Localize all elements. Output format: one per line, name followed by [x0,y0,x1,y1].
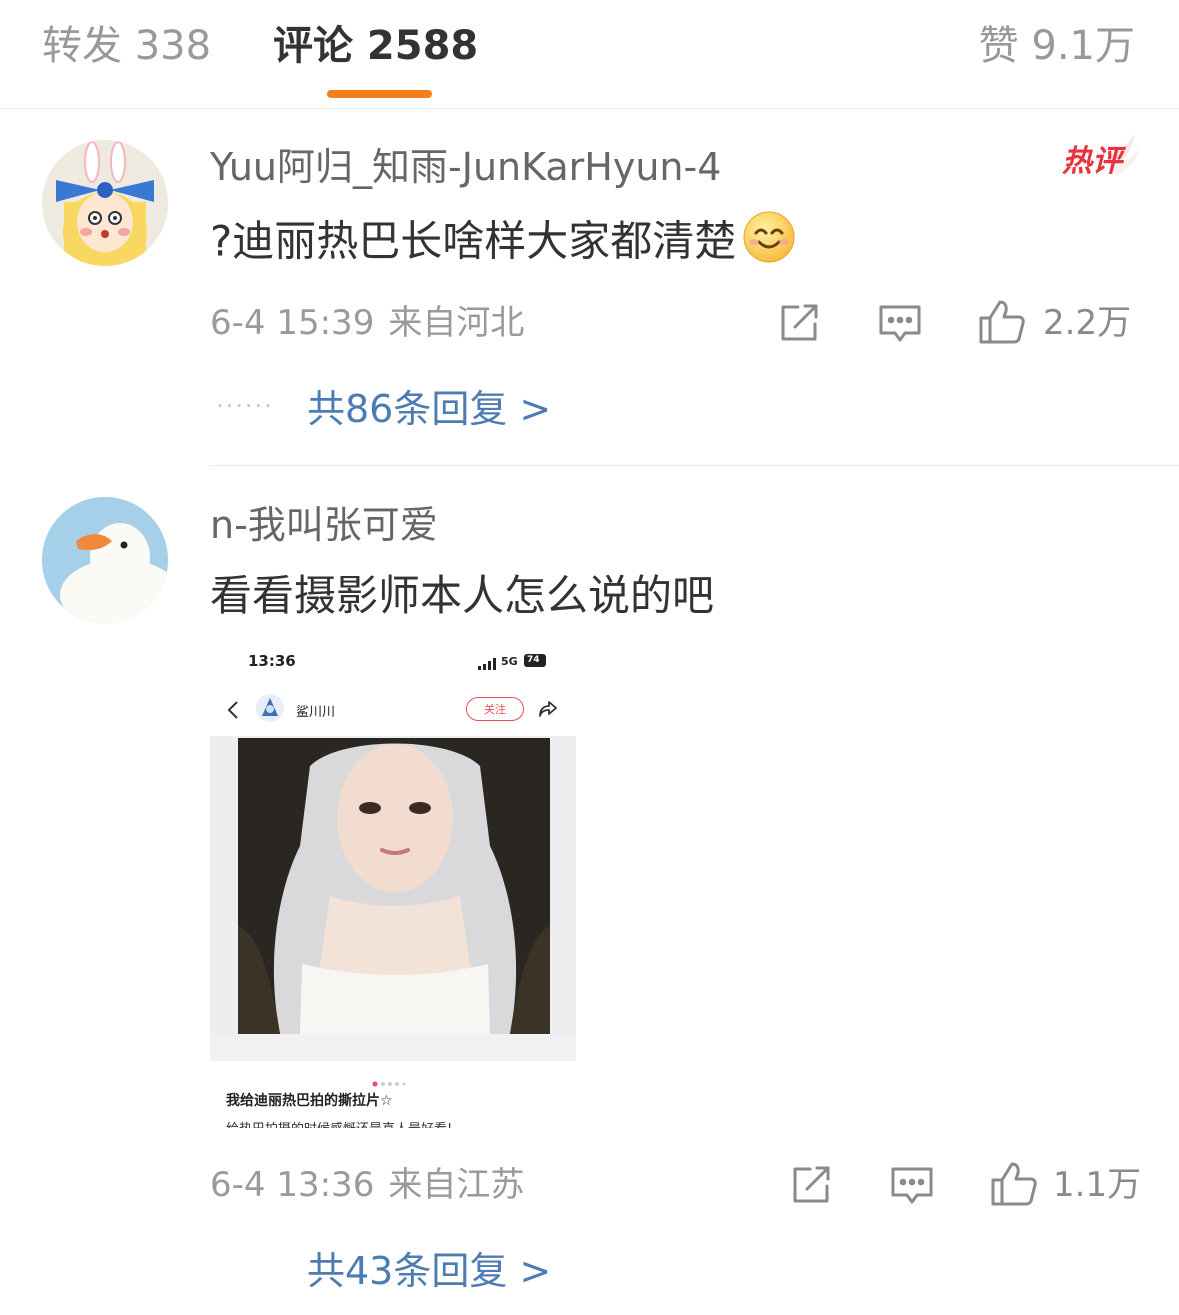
avatar[interactable] [42,140,168,266]
like-thumb-icon[interactable] [978,299,1026,349]
comment-time: 6-4 13:36 [210,1165,375,1205]
reply-dots: ······ [216,392,274,420]
like-thumb-icon[interactable] [990,1161,1038,1211]
comment-icon[interactable] [890,1165,934,1211]
like-count: 2.2万 [1043,303,1132,343]
shot-follow-label: 关注 [484,703,506,716]
shot-status-time: 13:36 [248,652,296,670]
shot-battery-level: 74 [527,655,540,665]
shot-follow-button: 关注 [466,697,524,721]
shot-photo [210,736,576,1061]
comment-divider [210,465,1179,466]
tab-comments[interactable]: 评论 2588 [273,18,478,74]
comment-text-row: ?迪丽热巴长啥样大家都清楚 [210,210,796,278]
view-replies-link[interactable]: 共86条回复 > [307,384,551,434]
view-replies-link[interactable]: 共43条回复 > [307,1246,551,1296]
comment-location: 来自河北 [388,303,525,343]
like-count: 1.1万 [1053,1165,1142,1205]
shot-pager-dots [372,1072,412,1091]
shot-battery-icon: 74 [524,654,546,667]
comment-image-attachment[interactable]: 13:36 5G 74 鲨川川 关注 我给迪丽热巴拍的撕拉片☆ [210,640,576,1128]
hot-comment-badge: 热评 [1060,132,1140,188]
shot-back-icon [226,700,240,724]
tab-reposts[interactable]: 转发 338 [42,18,211,74]
shot-author-name: 鲨川川 [296,705,336,720]
comment-text: 看看摄影师本人怎么说的吧 [210,571,715,620]
comment-text: ?迪丽热巴长啥样大家都清楚 [210,216,737,266]
smile-emoji-icon [742,210,796,278]
comment-time: 6-4 15:39 [210,303,375,343]
comment-icon[interactable] [878,303,922,349]
active-tab-indicator [327,90,432,98]
repost-icon[interactable] [778,302,820,348]
shot-author-avatar [256,694,284,722]
repost-icon[interactable] [790,1164,832,1210]
shot-signal-icon [478,655,498,674]
shot-share-icon [538,699,558,723]
avatar[interactable] [42,497,168,623]
comment-location: 来自江苏 [388,1165,525,1205]
hot-badge-label: 热评 [1062,144,1122,179]
shot-network: 5G [501,655,518,668]
comment-meta: 6-4 15:39 来自河北 [210,301,524,345]
comment-meta: 6-4 13:36 来自江苏 [210,1163,524,1207]
tab-likes[interactable]: 赞 9.1万 [979,18,1135,74]
tab-bar: 转发 338 评论 2588 赞 9.1万 [0,0,1179,109]
comment-username[interactable]: n-我叫张可爱 [210,500,438,550]
shot-post-title: 我给迪丽热巴拍的撕拉片☆ [226,1093,393,1109]
shot-post-text: 给热巴拍摄的时候感慨还是真人最好看! [226,1118,452,1128]
comment-username[interactable]: Yuu阿归_知雨-JunKarHyun-4 [210,142,721,192]
